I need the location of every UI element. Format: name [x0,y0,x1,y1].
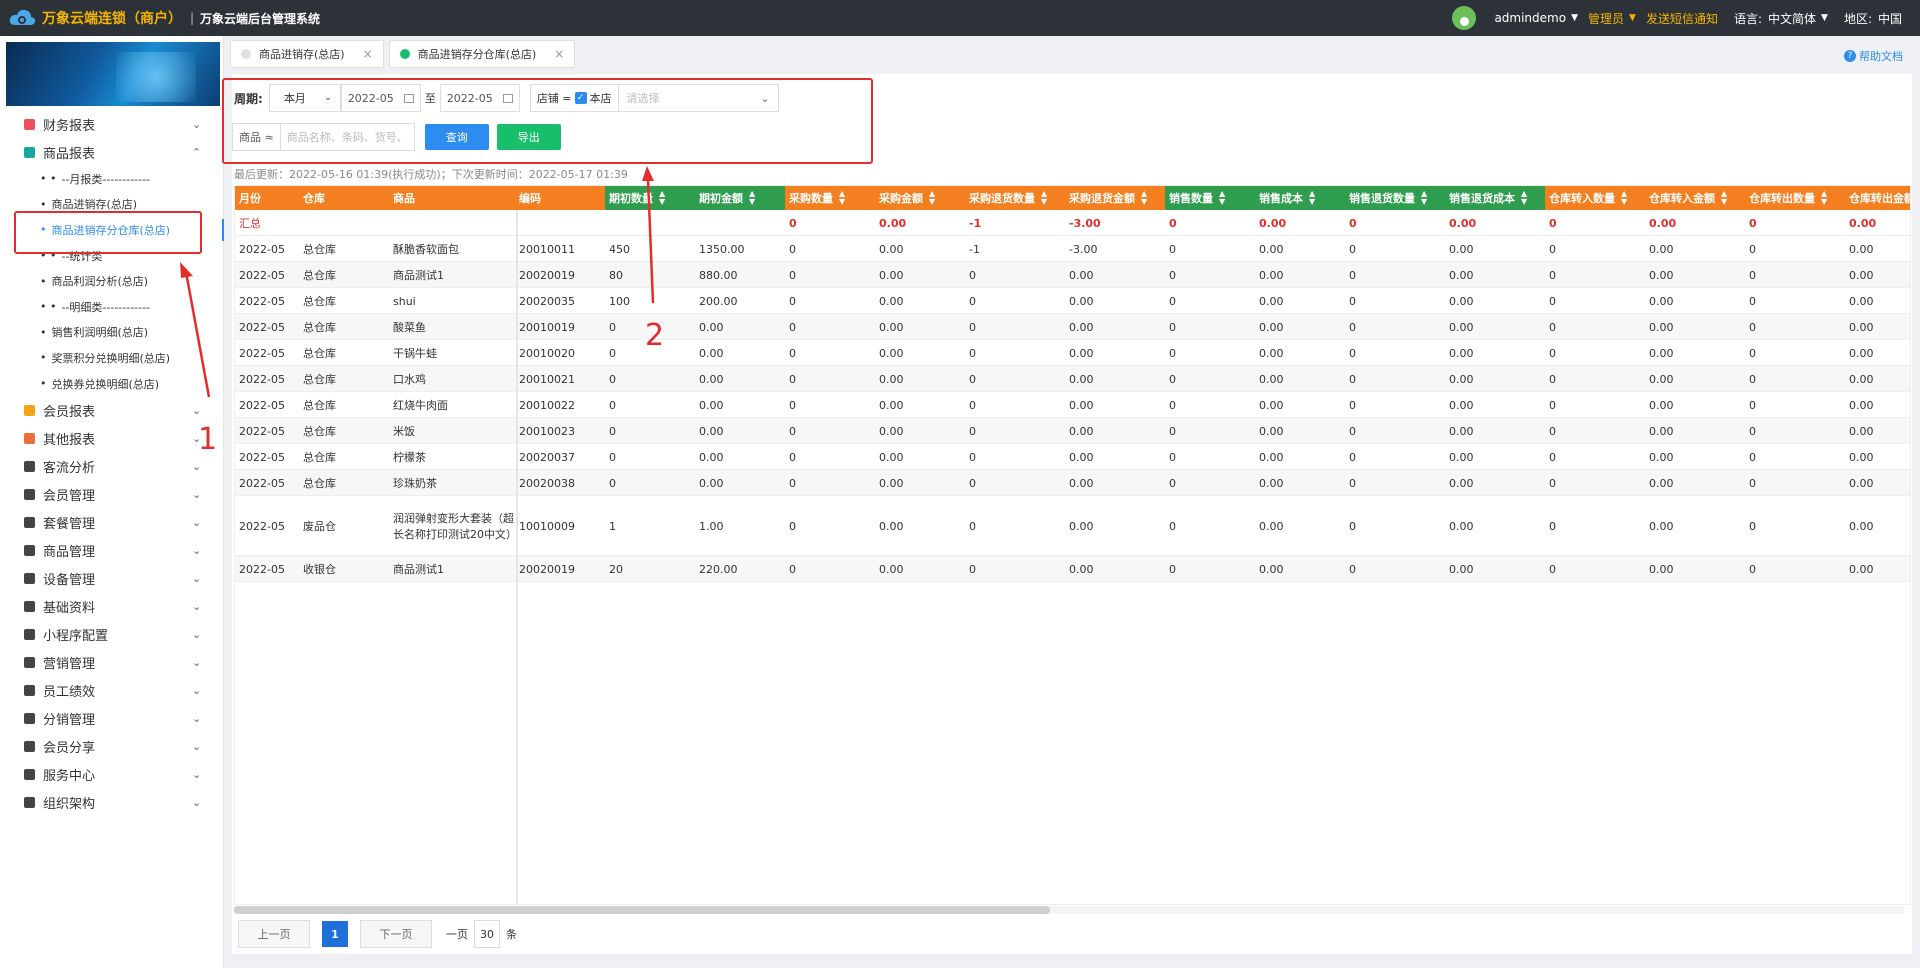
annotation-arrows [180,166,655,398]
annotation-number-2: 2 [645,318,665,353]
annotation-number-1: 1 [198,422,218,457]
